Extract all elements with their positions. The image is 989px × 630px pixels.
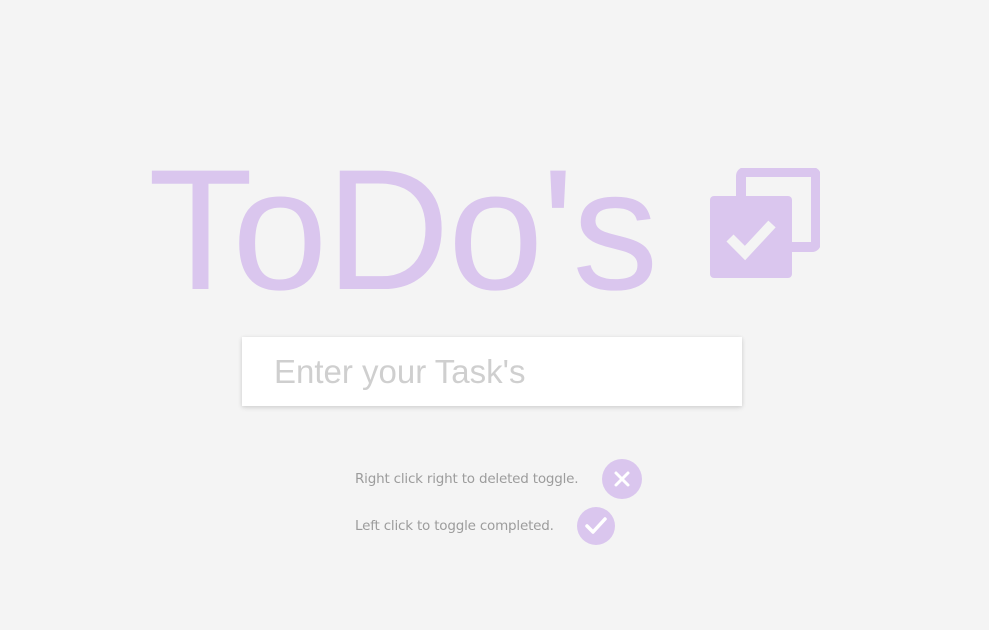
checked-checkbox-icon	[708, 167, 821, 280]
hint-complete: Left click to toggle completed.	[355, 507, 615, 545]
page-title: ToDo's	[148, 134, 658, 326]
close-icon[interactable]	[602, 459, 643, 499]
todo-app: ToDo's Right click right to deleted togg…	[0, 0, 989, 630]
hint-delete: Right click right to deleted toggle.	[355, 459, 643, 499]
task-input[interactable]	[242, 337, 742, 406]
header: ToDo's	[148, 144, 658, 316]
hint-delete-text: Right click right to deleted toggle.	[355, 471, 579, 487]
check-icon[interactable]	[576, 507, 615, 545]
hint-complete-text: Left click to toggle completed.	[355, 518, 554, 534]
